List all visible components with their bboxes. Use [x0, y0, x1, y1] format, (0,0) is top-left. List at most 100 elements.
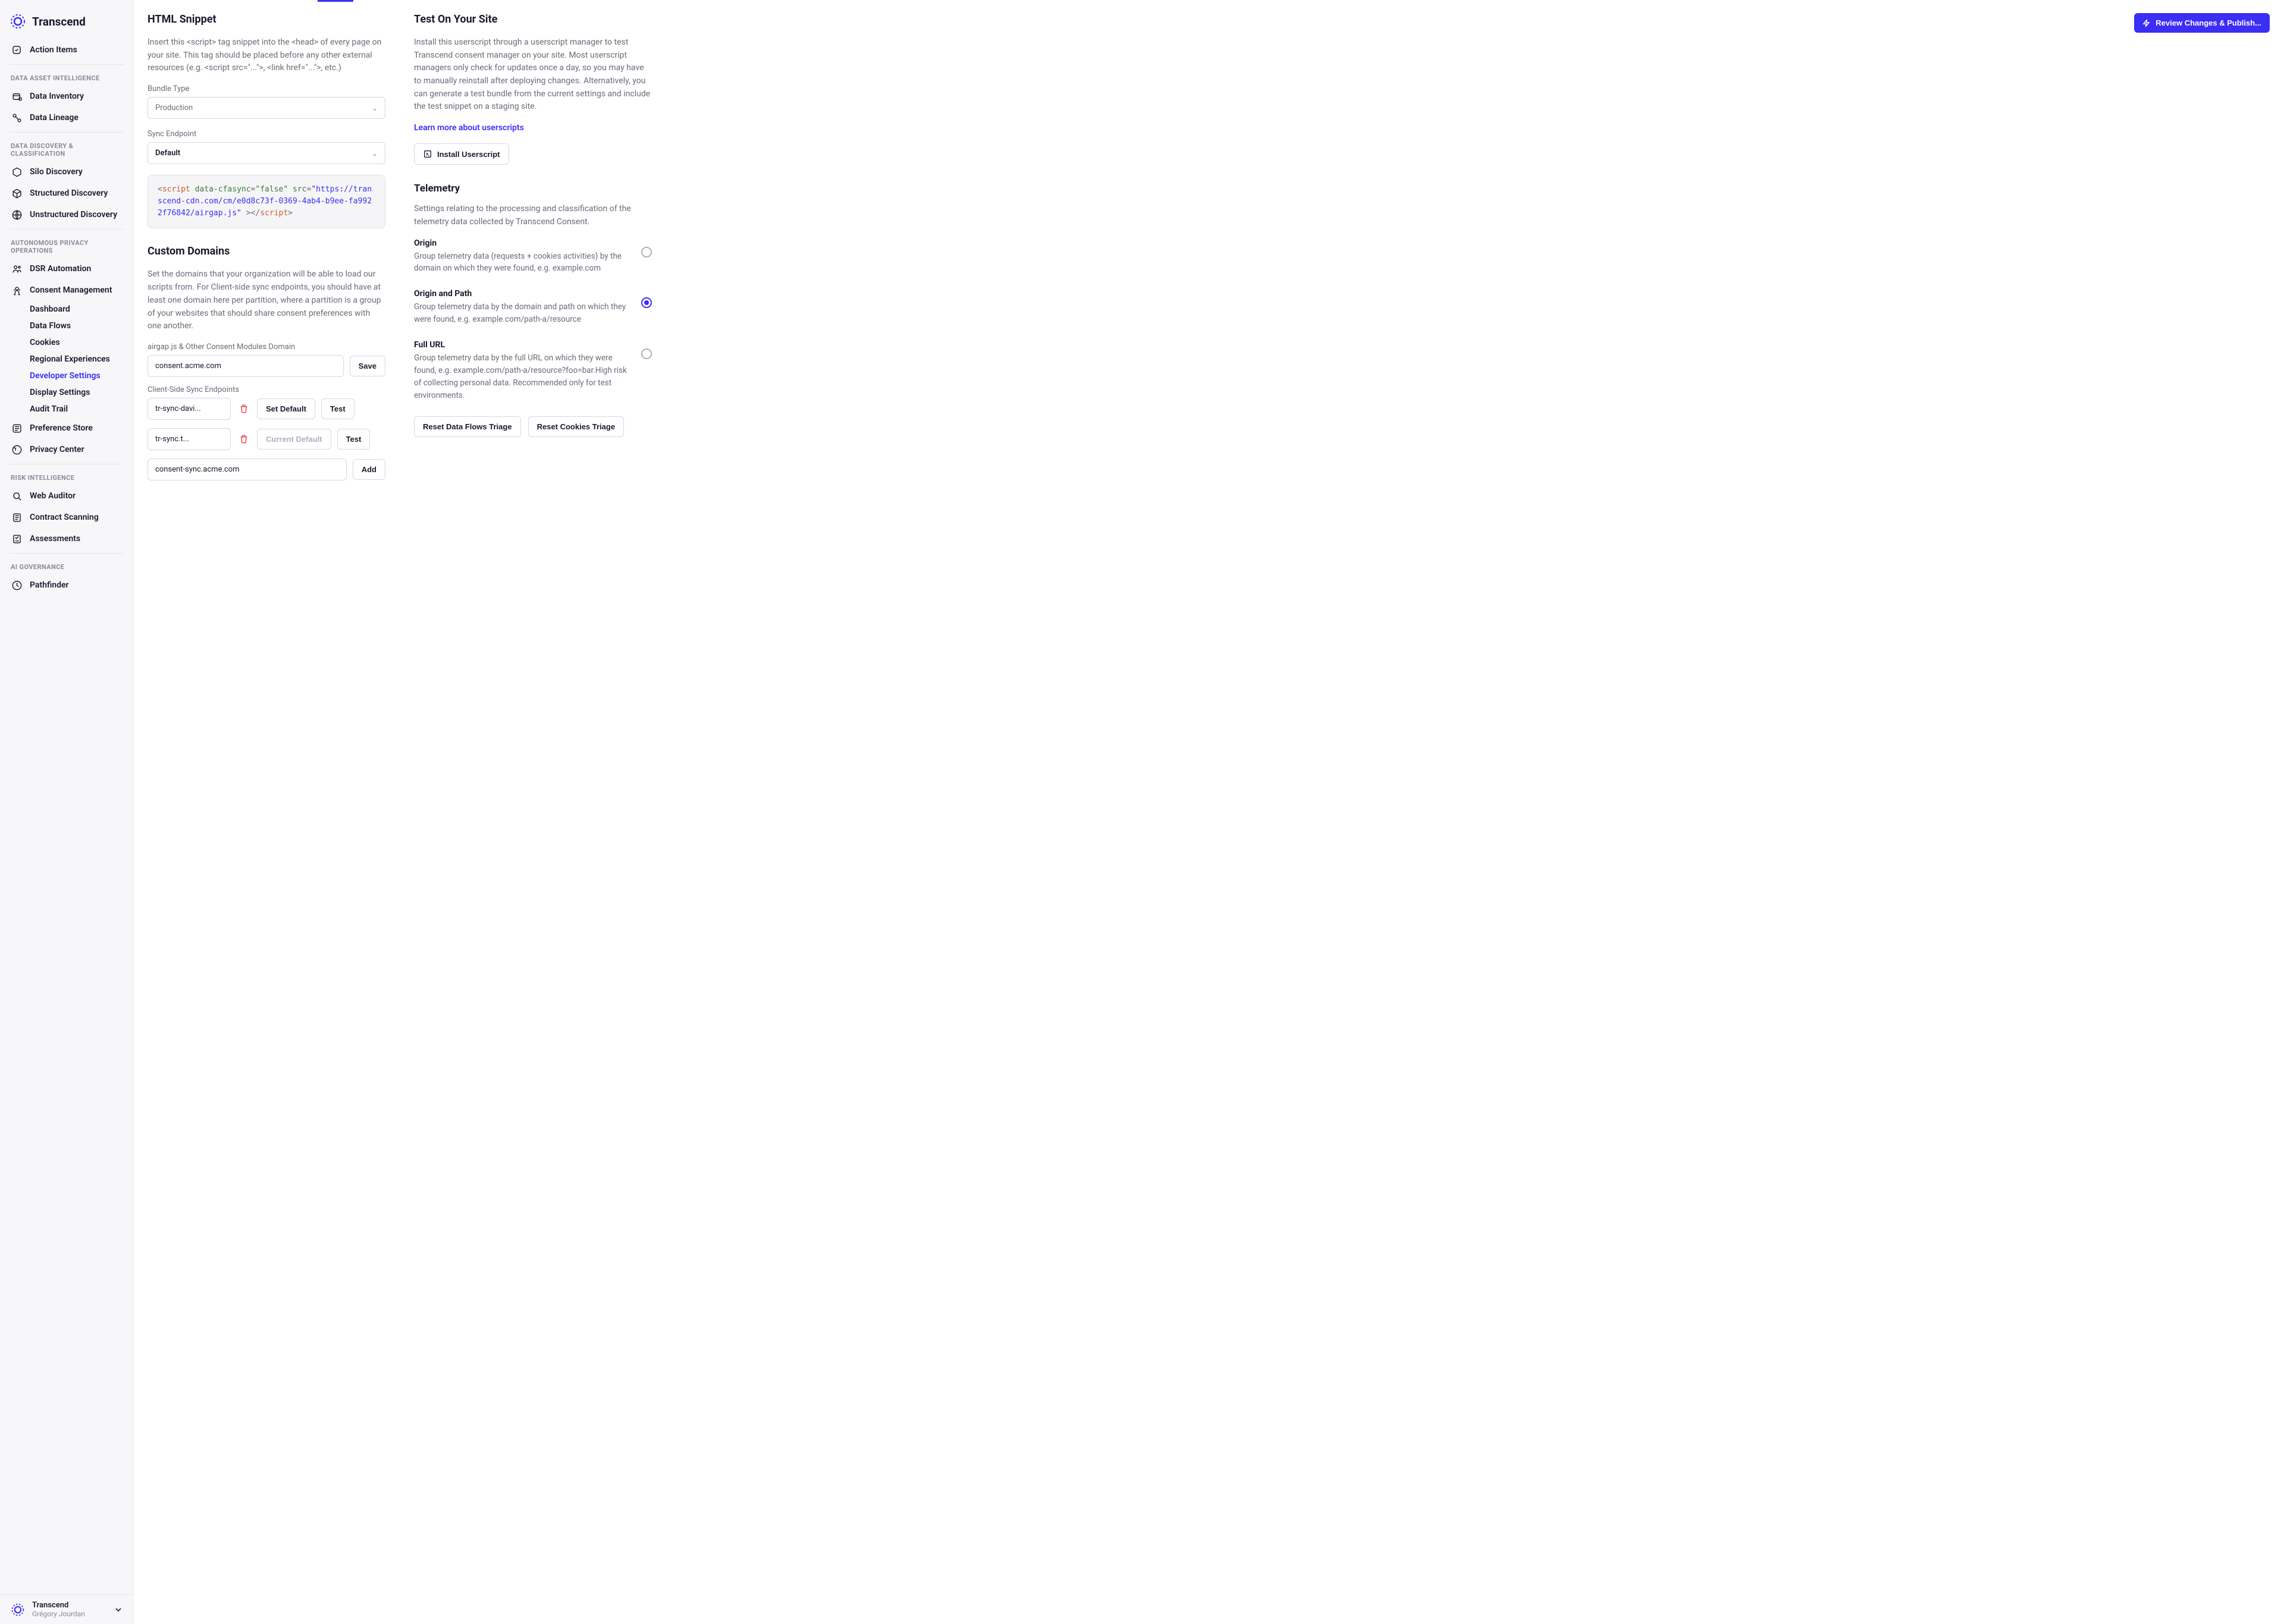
option-title: Origin and Path: [414, 289, 630, 299]
save-domain-button[interactable]: Save: [350, 356, 385, 376]
endpoint-test-button[interactable]: Test: [321, 398, 354, 419]
sidebar: Transcend Action Items DATA ASSET INTELL…: [0, 0, 133, 1624]
sidebar-group-heading: AUTONOMOUS PRIVACY OPERATIONS: [0, 233, 133, 258]
radio-button[interactable]: [641, 247, 652, 257]
sidebar-item-label: Silo Discovery: [30, 167, 83, 177]
sidebar-item-label: Assessments: [30, 534, 80, 544]
option-description: Group telemetry data by the full URL on …: [414, 352, 630, 402]
sidebar-group-heading: RISK INTELLIGENCE: [0, 468, 133, 485]
sidebar-item-data-inventory[interactable]: Data Inventory: [5, 86, 128, 107]
sidebar-item-label: Structured Discovery: [30, 189, 108, 198]
sidebar-subitem-display-settings[interactable]: Display Settings: [5, 384, 128, 401]
bundle-type-select[interactable]: Production ⌄: [148, 97, 385, 119]
sidebar-item-contract-scanning[interactable]: Contract Scanning: [5, 507, 128, 528]
bundle-type-label: Bundle Type: [148, 84, 385, 93]
telemetry-description: Settings relating to the processing and …: [414, 203, 652, 228]
sidebar-item-pathfinder[interactable]: Pathfinder: [5, 574, 128, 596]
sidebar-item-action-items[interactable]: Action Items: [5, 39, 128, 61]
sidebar-item-web-auditor[interactable]: Web Auditor: [5, 485, 128, 507]
reset-data-flows-button[interactable]: Reset Data Flows Triage: [414, 416, 521, 437]
account-user: Grégory Jourdan: [32, 1610, 108, 1618]
telemetry-option[interactable]: Full URL Group telemetry data by the ful…: [414, 340, 652, 402]
radio-button[interactable]: [641, 348, 652, 359]
add-endpoint-button[interactable]: Add: [353, 459, 385, 480]
sync-endpoints-label: Client-Side Sync Endpoints: [148, 385, 385, 394]
sidebar-item-dsr-automation[interactable]: DSR Automation: [5, 258, 128, 279]
test-on-site-heading: Test On Your Site: [414, 13, 652, 26]
sidebar-subitem-dashboard[interactable]: Dashboard: [5, 301, 128, 318]
nav-icon: [11, 166, 23, 178]
logo-icon: [10, 13, 26, 30]
checklist-icon: [11, 44, 23, 56]
sidebar-subitem-data-flows[interactable]: Data Flows: [5, 318, 128, 334]
nav-icon: [11, 490, 23, 502]
nav-icon: [11, 579, 23, 591]
sidebar-subitem-audit-trail[interactable]: Audit Trail: [5, 401, 128, 417]
sidebar-item-privacy-center[interactable]: Privacy Center: [5, 439, 128, 460]
sidebar-item-consent-management[interactable]: Consent Management: [5, 279, 128, 301]
sidebar-item-data-lineage[interactable]: Data Lineage: [5, 107, 128, 128]
custom-domains-heading: Custom Domains: [148, 245, 385, 257]
option-description: Group telemetry data by the domain and p…: [414, 301, 630, 326]
option-title: Full URL: [414, 340, 630, 350]
telemetry-option[interactable]: Origin and Path Group telemetry data by …: [414, 289, 652, 326]
sidebar-item-preference-store[interactable]: Preference Store: [5, 417, 128, 439]
add-endpoint-input[interactable]: consent-sync.acme.com: [148, 458, 347, 480]
install-userscript-button[interactable]: Install Userscript: [414, 143, 509, 165]
nav-icon: [11, 187, 23, 199]
reset-cookies-button[interactable]: Reset Cookies Triage: [528, 416, 625, 437]
nav-icon: [11, 511, 23, 523]
option-title: Origin: [414, 238, 630, 248]
delete-endpoint-button[interactable]: [237, 432, 251, 446]
sidebar-item-unstructured-discovery[interactable]: Unstructured Discovery: [5, 204, 128, 225]
delete-endpoint-button[interactable]: [237, 401, 251, 416]
sidebar-item-label: Contract Scanning: [30, 513, 99, 522]
radio-button[interactable]: [641, 297, 652, 308]
nav-icon: [11, 533, 23, 545]
active-tab-indicator: [318, 0, 353, 2]
nav-icon: [11, 444, 23, 456]
lightning-icon: [2142, 19, 2151, 27]
html-snippet-heading: HTML Snippet: [148, 13, 385, 26]
sidebar-item-assessments[interactable]: Assessments: [5, 528, 128, 549]
telemetry-option[interactable]: Origin Group telemetry data (requests + …: [414, 238, 652, 275]
custom-domains-description: Set the domains that your organization w…: [148, 268, 385, 332]
option-description: Group telemetry data (requests + cookies…: [414, 250, 630, 275]
sidebar-item-label: Privacy Center: [30, 445, 84, 454]
html-snippet-description: Insert this <script> tag snippet into th…: [148, 36, 385, 75]
sidebar-group-heading: DATA ASSET INTELLIGENCE: [0, 68, 133, 86]
sidebar-item-label: Web Auditor: [30, 491, 76, 501]
telemetry-heading: Telemetry: [414, 183, 652, 194]
nav-icon: [11, 209, 23, 221]
account-org: Transcend: [32, 1601, 108, 1610]
brand-name: Transcend: [32, 15, 86, 29]
endpoint-default-button: Current Default: [257, 429, 331, 450]
sidebar-subitem-developer-settings[interactable]: Developer Settings: [5, 367, 128, 384]
sidebar-item-silo-discovery[interactable]: Silo Discovery: [5, 161, 128, 183]
nav-icon: [11, 112, 23, 124]
chevron-down-icon: [114, 1605, 123, 1614]
sidebar-subitem-cookies[interactable]: Cookies: [5, 334, 128, 351]
sync-endpoint-select[interactable]: Default ⌄: [148, 142, 385, 164]
sidebar-subitem-regional-experiences[interactable]: Regional Experiences: [5, 351, 128, 367]
sidebar-item-label: Action Items: [30, 45, 77, 55]
domain-input[interactable]: consent.acme.com: [148, 355, 344, 377]
endpoint-default-button[interactable]: Set Default: [257, 398, 315, 419]
review-publish-button[interactable]: Review Changes & Publish...: [2134, 13, 2270, 33]
sidebar-group-heading: DATA DISCOVERY & CLASSIFICATION: [0, 136, 133, 161]
endpoint-value[interactable]: tr-sync.t...: [148, 428, 231, 450]
account-switcher[interactable]: Transcend Grégory Jourdan: [0, 1594, 133, 1624]
sidebar-item-label: Preference Store: [30, 423, 93, 433]
sidebar-item-label: DSR Automation: [30, 264, 91, 274]
install-icon: [423, 149, 432, 159]
sidebar-item-structured-discovery[interactable]: Structured Discovery: [5, 183, 128, 204]
learn-userscripts-link[interactable]: Learn more about userscripts: [414, 123, 524, 133]
snippet-code-block[interactable]: <script data-cfasync="false" src="https:…: [148, 175, 385, 228]
nav-icon: [11, 284, 23, 296]
endpoint-value[interactable]: tr-sync-davi...: [148, 398, 231, 420]
nav-icon: [11, 263, 23, 275]
left-column: HTML Snippet Insert this <script> tag sn…: [148, 13, 385, 489]
brand-logo[interactable]: Transcend: [0, 10, 133, 39]
endpoint-test-button[interactable]: Test: [337, 429, 371, 450]
right-column: Test On Your Site Install this userscrip…: [414, 13, 652, 489]
